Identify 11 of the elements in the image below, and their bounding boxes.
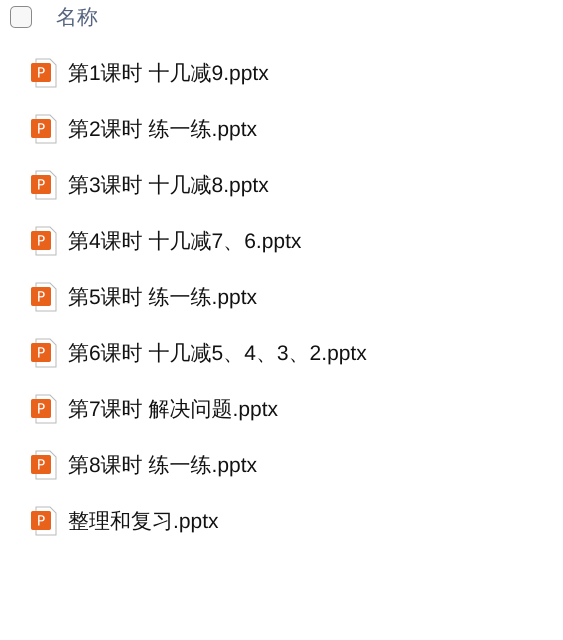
select-all-checkbox[interactable] (10, 6, 32, 28)
file-name[interactable]: 第7课时 解决问题.pptx (68, 395, 278, 423)
file-name[interactable]: 第3课时 十几减8.pptx (68, 171, 269, 199)
file-name[interactable]: 第8课时 练一练.pptx (68, 451, 258, 479)
name-column-header[interactable]: 名称 (56, 3, 98, 31)
file-name[interactable]: 第6课时 十几减5、4、3、2.pptx (68, 339, 367, 367)
file-name[interactable]: 第5课时 练一练.pptx (68, 283, 258, 311)
file-name[interactable]: 整理和复习.pptx (68, 507, 219, 535)
file-name[interactable]: 第4课时 十几减7、6.pptx (68, 227, 302, 255)
file-name[interactable]: 第2课时 练一练.pptx (68, 115, 258, 143)
file-name[interactable]: 第1课时 十几减9.pptx (68, 59, 269, 87)
